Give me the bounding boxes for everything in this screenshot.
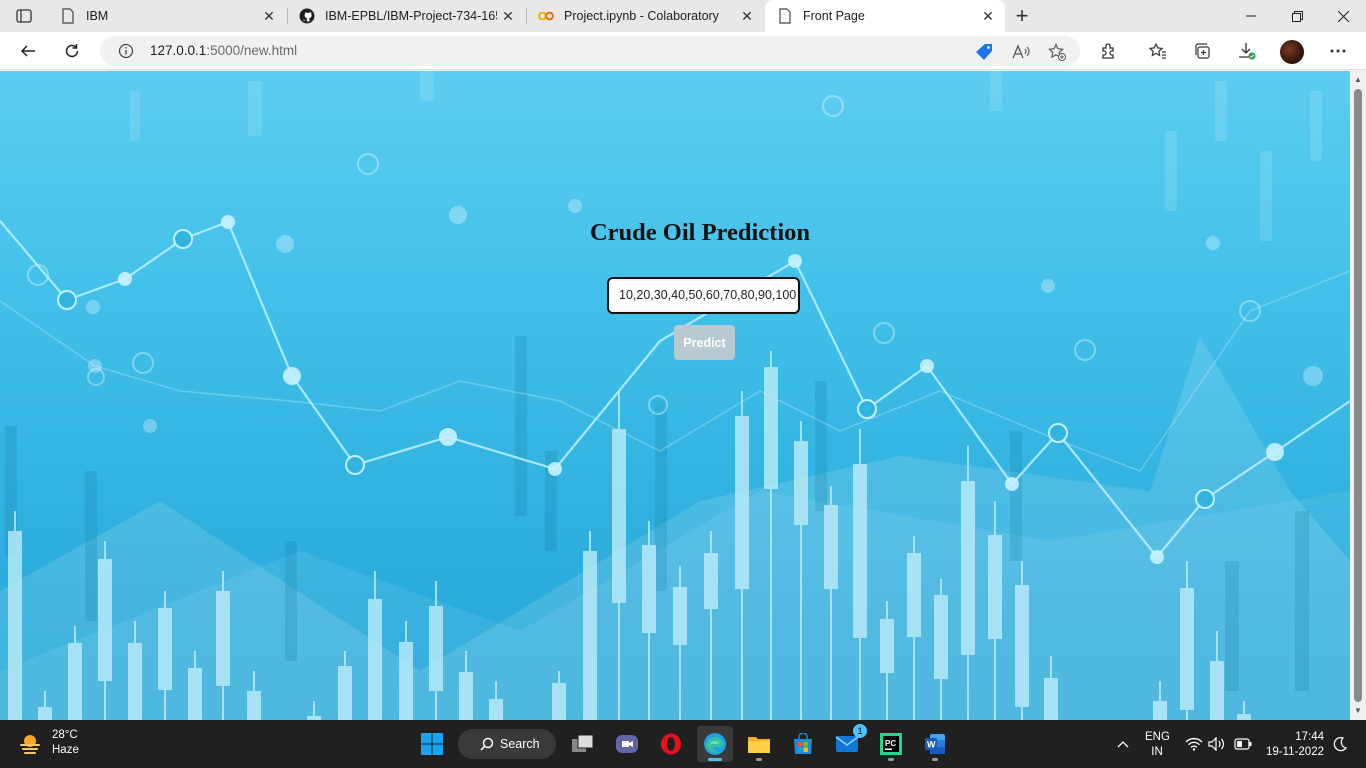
restore-button[interactable] — [1274, 0, 1320, 32]
page-content: Crude Oil Prediction 10,20,30,40,50,60,7… — [0, 71, 1350, 720]
close-tab-icon[interactable]: ✕ — [977, 5, 999, 27]
opera-button[interactable] — [653, 726, 689, 762]
tab-colab[interactable]: Project.ipynb - Colaboratory ✕ — [526, 0, 764, 32]
show-hidden-icons-chevron-icon[interactable] — [1113, 734, 1133, 754]
language-code: ENG — [1145, 731, 1170, 743]
pycharm-icon: PC — [880, 733, 902, 755]
store-icon — [794, 733, 812, 754]
tab-title: IBM-EPBL/IBM-Project-734-1658 — [325, 9, 497, 23]
running-indicator — [708, 758, 722, 761]
github-icon — [299, 8, 315, 24]
close-tab-icon[interactable]: ✕ — [258, 5, 280, 27]
new-tab-button[interactable]: + — [1010, 3, 1034, 28]
site-info-icon[interactable] — [118, 43, 134, 59]
tab-actions-icon[interactable] — [10, 6, 38, 26]
shopping-tag-icon[interactable] — [976, 43, 994, 61]
close-window-button[interactable] — [1320, 0, 1366, 32]
svg-text:W: W — [927, 740, 936, 750]
scrollbar-thumb[interactable] — [1354, 89, 1362, 702]
notification-moon-icon[interactable] — [1330, 734, 1350, 754]
address-bar[interactable]: 127.0.0.1:5000/new.html — [100, 36, 1080, 66]
favorites-icon[interactable] — [1144, 37, 1172, 65]
windows-icon — [421, 733, 443, 755]
tab-title: Front Page — [803, 9, 865, 23]
read-aloud-icon[interactable] — [1012, 43, 1030, 61]
tab-title: Project.ipynb - Colaboratory — [564, 9, 719, 23]
close-tab-icon[interactable]: ✕ — [736, 5, 758, 27]
tab-front-page[interactable]: Front Page ✕ — [765, 0, 1005, 32]
page-icon — [777, 8, 793, 24]
downloads-icon[interactable] — [1233, 37, 1261, 65]
values-input[interactable]: 10,20,30,40,50,60,70,80,90,100 — [607, 277, 800, 314]
tab-title: IBM — [86, 9, 109, 23]
task-view-icon — [572, 734, 594, 752]
language-indicator[interactable]: ENG IN — [1145, 730, 1170, 760]
page-icon — [60, 8, 76, 24]
svg-text:PC: PC — [885, 739, 896, 748]
collections-icon[interactable] — [1188, 37, 1216, 65]
word-icon: W — [925, 734, 945, 754]
mail-button[interactable]: 1 — [829, 724, 867, 762]
clock-date: 19-11-2022 — [1266, 746, 1324, 758]
weather-temp: 28°C — [52, 729, 78, 741]
word-button[interactable]: W — [917, 726, 953, 762]
mail-icon — [835, 736, 859, 752]
back-button[interactable] — [14, 37, 42, 65]
running-indicator — [756, 758, 762, 761]
tab-strip: IBM ✕ IBM-EPBL/IBM-Project-734-1658 ✕ Pr… — [0, 0, 1366, 32]
weather-condition: Haze — [52, 744, 79, 756]
language-region: IN — [1151, 746, 1163, 758]
running-indicator — [932, 758, 938, 761]
file-explorer-button[interactable] — [741, 726, 777, 762]
opera-icon — [661, 733, 681, 755]
edge-button[interactable] — [697, 726, 733, 762]
folder-icon — [748, 737, 770, 753]
pycharm-button[interactable]: PC — [873, 726, 909, 762]
haze-sun-icon — [20, 735, 40, 754]
search-label: Search — [500, 737, 540, 751]
tab-github[interactable]: IBM-EPBL/IBM-Project-734-1658 ✕ — [287, 0, 525, 32]
browser-toolbar: 127.0.0.1:5000/new.html — [0, 32, 1366, 70]
chat-icon — [616, 735, 638, 753]
refresh-button[interactable] — [58, 37, 86, 65]
page-scrollbar[interactable]: ▲ ▼ — [1350, 71, 1366, 720]
start-button[interactable] — [414, 726, 450, 762]
taskbar-search[interactable]: Search — [458, 729, 556, 759]
scroll-down-arrow-icon[interactable]: ▼ — [1353, 706, 1363, 716]
close-tab-icon[interactable]: ✕ — [497, 5, 519, 27]
mail-badge: 1 — [853, 724, 867, 738]
running-indicator — [888, 758, 894, 761]
teams-chat-button[interactable] — [609, 726, 645, 762]
add-favorite-icon[interactable] — [1048, 43, 1066, 61]
scroll-up-arrow-icon[interactable]: ▲ — [1353, 75, 1363, 85]
more-menu-icon[interactable] — [1324, 37, 1352, 65]
weather-widget[interactable]: 28°C Haze — [18, 728, 79, 758]
extensions-icon[interactable] — [1095, 37, 1123, 65]
clock-time: 17:44 — [1295, 731, 1324, 743]
taskbar: 28°C Haze Search 1 PC W ENG IN 17:44 19-… — [0, 720, 1366, 768]
profile-avatar[interactable] — [1280, 40, 1304, 64]
edge-icon — [704, 733, 726, 755]
page-viewport: Crude Oil Prediction 10,20,30,40,50,60,7… — [0, 71, 1350, 720]
predict-button[interactable]: Predict — [674, 325, 735, 360]
colab-icon — [538, 8, 554, 24]
page-title: Crude Oil Prediction — [589, 219, 811, 246]
store-button[interactable] — [785, 726, 821, 762]
minimize-button[interactable] — [1228, 0, 1274, 32]
volume-icon[interactable] — [1207, 734, 1227, 754]
task-view-button[interactable] — [565, 726, 601, 762]
wifi-icon[interactable] — [1184, 734, 1204, 754]
search-icon — [480, 737, 494, 751]
url-text[interactable]: 127.0.0.1:5000/new.html — [150, 43, 297, 58]
system-clock[interactable]: 17:44 19-11-2022 — [1262, 730, 1324, 760]
battery-icon[interactable] — [1233, 734, 1253, 754]
tab-ibm[interactable]: IBM ✕ — [48, 0, 286, 32]
